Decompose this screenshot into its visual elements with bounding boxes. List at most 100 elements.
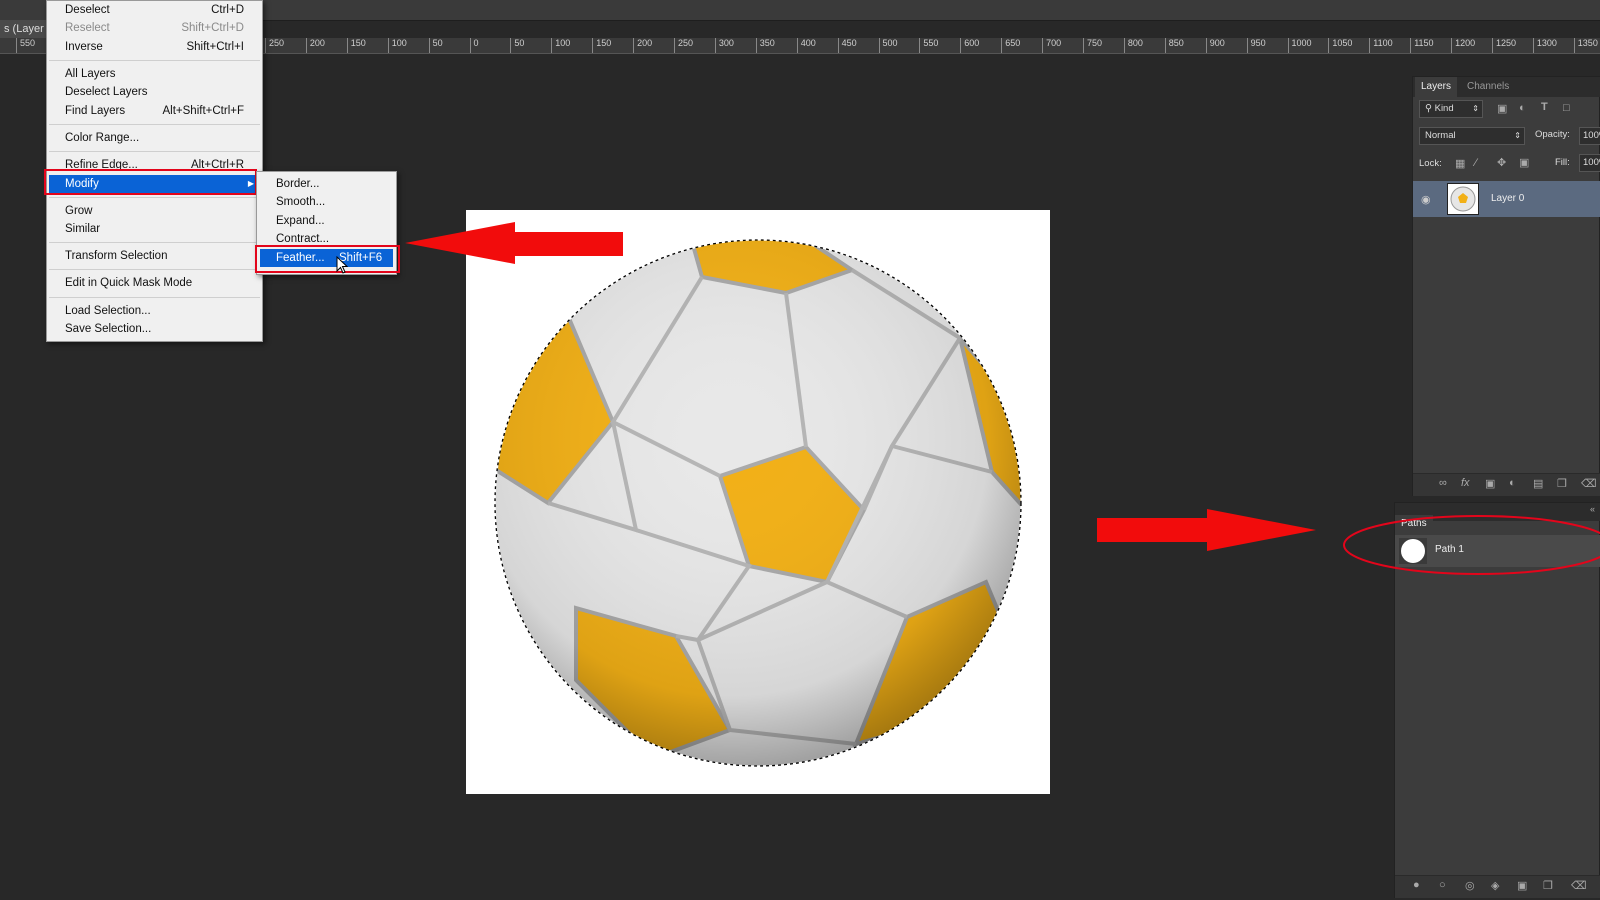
ruler-tick: 250 (265, 38, 284, 53)
new-layer-icon[interactable]: ❐ (1557, 477, 1567, 490)
menu-item-quick-mask[interactable]: Edit in Quick Mask Mode (65, 274, 244, 292)
document-canvas[interactable] (466, 210, 1050, 794)
ruler-tick-label: 450 (841, 38, 857, 48)
menu-item-color-range[interactable]: Color Range... (65, 129, 244, 147)
ruler-tick: 1100 (1369, 38, 1393, 53)
tab-channels[interactable]: Channels (1461, 77, 1515, 97)
make-work-path-icon[interactable]: ◈ (1491, 879, 1499, 892)
ruler-tick: 1150 (1410, 38, 1434, 53)
link-layers-icon[interactable]: ∞ (1439, 477, 1447, 489)
ruler-tick-label: 500 (882, 38, 898, 48)
new-adjustment-icon[interactable]: ◐ (1509, 477, 1516, 489)
menu-item-border[interactable]: Border... (276, 175, 388, 193)
lock-pixels-brush-icon[interactable]: ∕ (1475, 157, 1477, 169)
ruler-tick-label: 300 (718, 38, 734, 48)
ruler-tick-label: 250 (678, 38, 694, 48)
menu-item-deselect[interactable]: Deselect Ctrl+D (65, 1, 244, 19)
add-mask-icon[interactable]: ▣ (1517, 879, 1527, 892)
ruler-tick-label: 650 (1005, 38, 1021, 48)
blend-mode-dropdown[interactable]: Normal ⇕ (1419, 127, 1525, 145)
fill-label: Fill: (1555, 157, 1570, 168)
menu-separator (49, 269, 260, 270)
ruler-tick: 0 (469, 38, 479, 53)
menu-item-expand[interactable]: Expand... (276, 212, 388, 230)
ruler-tick-label: 1200 (1455, 38, 1476, 48)
ruler-tick-label: 250 (269, 38, 285, 48)
filter-adjustment-icon[interactable]: ◐ (1519, 102, 1526, 114)
ruler-tick-label: 600 (964, 38, 980, 48)
new-group-folder-icon[interactable]: ▤ (1533, 477, 1543, 490)
ruler-tick: 350 (755, 38, 775, 53)
visibility-eye-icon[interactable]: ◉ (1421, 193, 1431, 206)
ruler-tick-label: 200 (309, 38, 325, 48)
ruler-tick-label: 200 (637, 38, 653, 48)
menu-item-save-selection[interactable]: Save Selection... (65, 320, 244, 338)
delete-layer-trash-icon[interactable]: ⌫ (1581, 477, 1597, 490)
ruler-tick-label: 1150 (1414, 38, 1434, 48)
ruler-tick: 850 (1164, 38, 1184, 53)
filter-pixel-icon[interactable]: ▣ (1497, 102, 1507, 115)
menu-item-grow[interactable]: Grow (65, 202, 244, 220)
ruler-tick-label: 100 (391, 38, 407, 48)
document-tab[interactable]: s (Layer 0 (0, 20, 48, 38)
ruler-tick: 250 (674, 38, 693, 53)
annotation-ellipse-path (1343, 515, 1600, 575)
ruler-tick-label: 550 (923, 38, 939, 48)
ruler-tick: 400 (796, 38, 816, 53)
menu-item-all-layers[interactable]: All Layers (65, 65, 244, 83)
ruler-tick: 700 (1042, 38, 1061, 53)
ruler-tick: 1200 (1451, 38, 1475, 53)
ruler-tick-label: 700 (1046, 38, 1062, 48)
ruler-tick: 800 (1123, 38, 1143, 53)
fill-path-icon[interactable]: ● (1413, 879, 1420, 891)
ruler-tick-label: 1300 (1536, 38, 1557, 48)
stroke-path-icon[interactable]: ○ (1439, 879, 1446, 891)
tab-layers[interactable]: Layers (1415, 77, 1458, 97)
paths-panel-footer: ● ○ ◎ ◈ ▣ ❐ ⌫ (1395, 875, 1600, 898)
menu-item-deselect-layers[interactable]: Deselect Layers (65, 83, 244, 101)
ruler-tick-label: 50 (514, 38, 525, 48)
filter-type-icon[interactable]: T (1541, 101, 1548, 113)
lock-label: Lock: (1419, 158, 1442, 169)
menu-item-inverse[interactable]: Inverse Shift+Ctrl+I (65, 38, 244, 56)
layer-thumbnail (1447, 183, 1479, 215)
ruler-tick-label: 0 (473, 38, 479, 48)
ruler-tick: 50 (510, 38, 524, 53)
kind-filter-dropdown[interactable]: ⚲ Kind ⇕ (1419, 100, 1483, 118)
layer-name: Layer 0 (1491, 193, 1525, 204)
menu-item-similar[interactable]: Similar (65, 220, 244, 238)
menu-item-smooth[interactable]: Smooth... (276, 193, 388, 211)
fill-field[interactable]: 100% (1579, 154, 1600, 172)
lock-transparent-icon[interactable]: ▦ (1455, 157, 1465, 170)
ruler-tick-label: 400 (800, 38, 816, 48)
lock-position-move-icon[interactable]: ✥ (1497, 156, 1506, 169)
menu-separator (49, 197, 260, 198)
ruler-tick: 100 (387, 38, 407, 53)
ruler-tick: 150 (592, 38, 611, 53)
delete-path-trash-icon[interactable]: ⌫ (1571, 879, 1587, 892)
add-mask-icon[interactable]: ▣ (1485, 477, 1495, 490)
ruler-tick: 950 (1246, 38, 1266, 53)
soccer-ball-image (494, 239, 1022, 767)
layer-row-layer-0[interactable]: ◉ Layer 0 (1413, 181, 1600, 217)
ruler-tick-label: 1000 (1291, 38, 1312, 48)
layer-style-fx-icon[interactable]: fx (1461, 477, 1470, 489)
ruler-tick: 1000 (1287, 38, 1312, 53)
menu-item-transform-selection[interactable]: Transform Selection (65, 247, 244, 265)
mouse-cursor-icon (336, 256, 348, 274)
new-path-icon[interactable]: ❐ (1543, 879, 1553, 892)
lock-all-icon[interactable]: ▣ (1519, 156, 1529, 169)
layers-panel: Layers Channels ⚲ Kind ⇕ ▣ ◐ T □ Normal ⇕ … (1412, 76, 1600, 496)
menu-separator (49, 151, 260, 152)
menu-item-find-layers[interactable]: Find Layers Alt+Shift+Ctrl+F (65, 102, 244, 120)
menu-item-load-selection[interactable]: Load Selection... (65, 302, 244, 320)
ruler-tick-label: 850 (1168, 38, 1184, 48)
opacity-field[interactable]: 100% (1579, 127, 1600, 145)
ruler-tick: 450 (837, 38, 857, 53)
menu-item-reselect[interactable]: Reselect Shift+Ctrl+D (65, 19, 244, 37)
ruler-tick: 1300 (1532, 38, 1557, 53)
load-path-as-selection-icon[interactable]: ◎ (1465, 879, 1475, 892)
ruler-tick: 900 (1205, 38, 1225, 53)
ruler-tick: 100 (551, 38, 570, 53)
filter-shape-icon[interactable]: □ (1563, 102, 1570, 114)
